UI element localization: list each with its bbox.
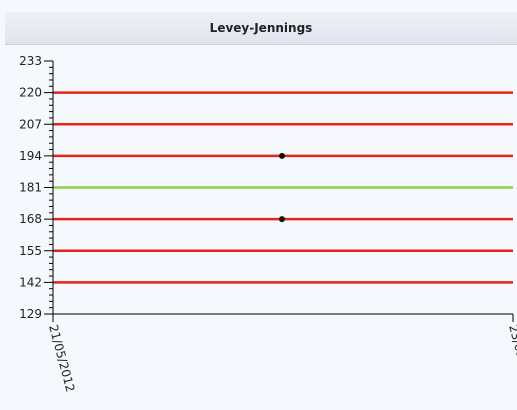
y-tick-label: 194 <box>19 149 42 163</box>
chart-area: 129 142 155 168 181 194 207 220 233 21/05/2012 23/… <box>19 54 517 394</box>
data-point <box>279 152 285 159</box>
y-tick-label: 207 <box>19 117 42 131</box>
levey-jennings-panel: Levey-Jennings 129 142 155 168 181 194 207 220 2… <box>0 0 517 410</box>
y-tick-label: 155 <box>19 244 42 258</box>
y-tick-label: 220 <box>19 86 42 100</box>
y-tick-label: 168 <box>19 212 42 226</box>
y-tick-label: 129 <box>19 307 42 321</box>
x-tick-label: 21/05/2012 <box>46 323 77 393</box>
x-tick-label: 23/05/2012 <box>506 323 517 393</box>
y-tick-label: 233 <box>19 54 42 68</box>
data-point <box>279 216 285 223</box>
y-tick-label: 181 <box>19 181 42 195</box>
y-tick-label: 142 <box>19 275 42 289</box>
